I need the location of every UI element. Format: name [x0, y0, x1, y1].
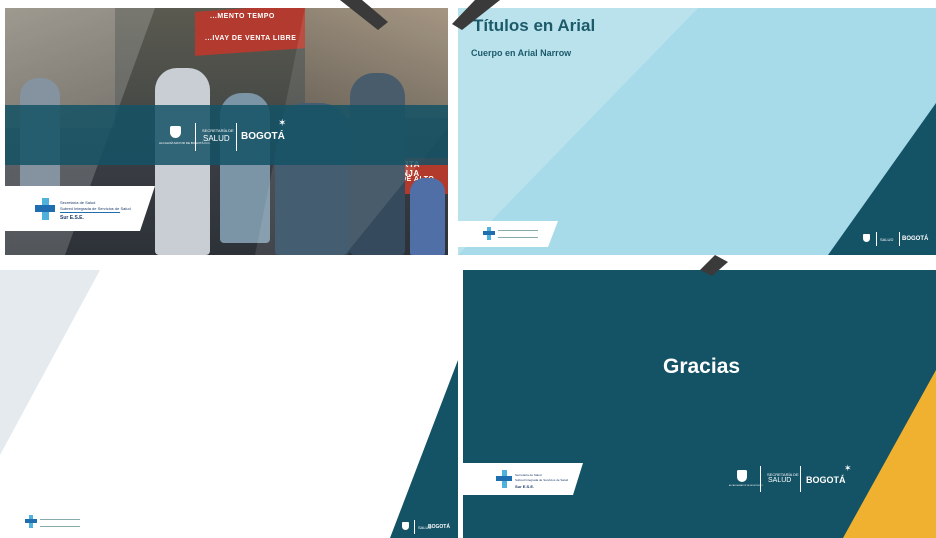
connector-stroke-top — [340, 0, 728, 276]
